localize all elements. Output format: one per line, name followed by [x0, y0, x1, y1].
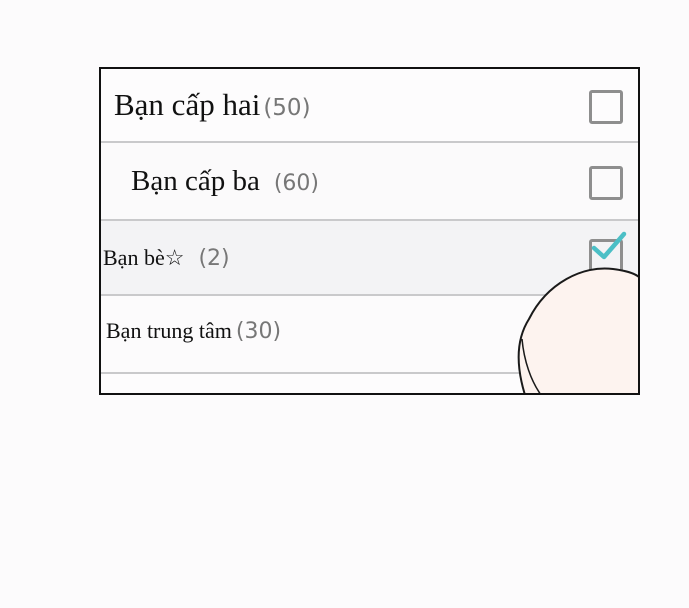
group-name: Bạn trung tâm — [106, 318, 232, 343]
group-row-ban-be[interactable]: Bạn bè☆ (2) — [101, 221, 638, 296]
checkbox-icon[interactable] — [589, 90, 623, 124]
checkbox-icon[interactable] — [589, 231, 627, 273]
checkbox-icon[interactable] — [589, 166, 623, 200]
group-name: Bạn bè☆ — [103, 245, 185, 270]
group-count: (60) — [273, 171, 320, 196]
group-label: Bạn cấp hai (50) — [114, 87, 311, 123]
group-count: (50) — [263, 95, 311, 121]
group-label: Bạn trung tâm (30) — [106, 318, 281, 344]
group-label: Bạn bè☆ (2) — [103, 245, 230, 271]
group-name: Bạn cấp hai — [114, 87, 261, 122]
group-list-panel: Bạn cấp hai (50) Bạn cấp ba (60) Bạn bè☆ (2… — [99, 67, 640, 395]
group-row-cap-ba[interactable]: Bạn cấp ba (60) — [101, 143, 638, 221]
group-count: (30) — [235, 319, 282, 344]
checkmark-icon — [591, 231, 627, 260]
group-row-cap-hai[interactable]: Bạn cấp hai (50) — [101, 69, 638, 143]
group-name: Bạn cấp ba — [131, 165, 260, 197]
group-label: Bạn cấp ba (60) — [131, 165, 319, 198]
group-row-trung-tam[interactable]: Bạn trung tâm (30) — [101, 296, 638, 374]
group-count: (2) — [198, 246, 230, 271]
